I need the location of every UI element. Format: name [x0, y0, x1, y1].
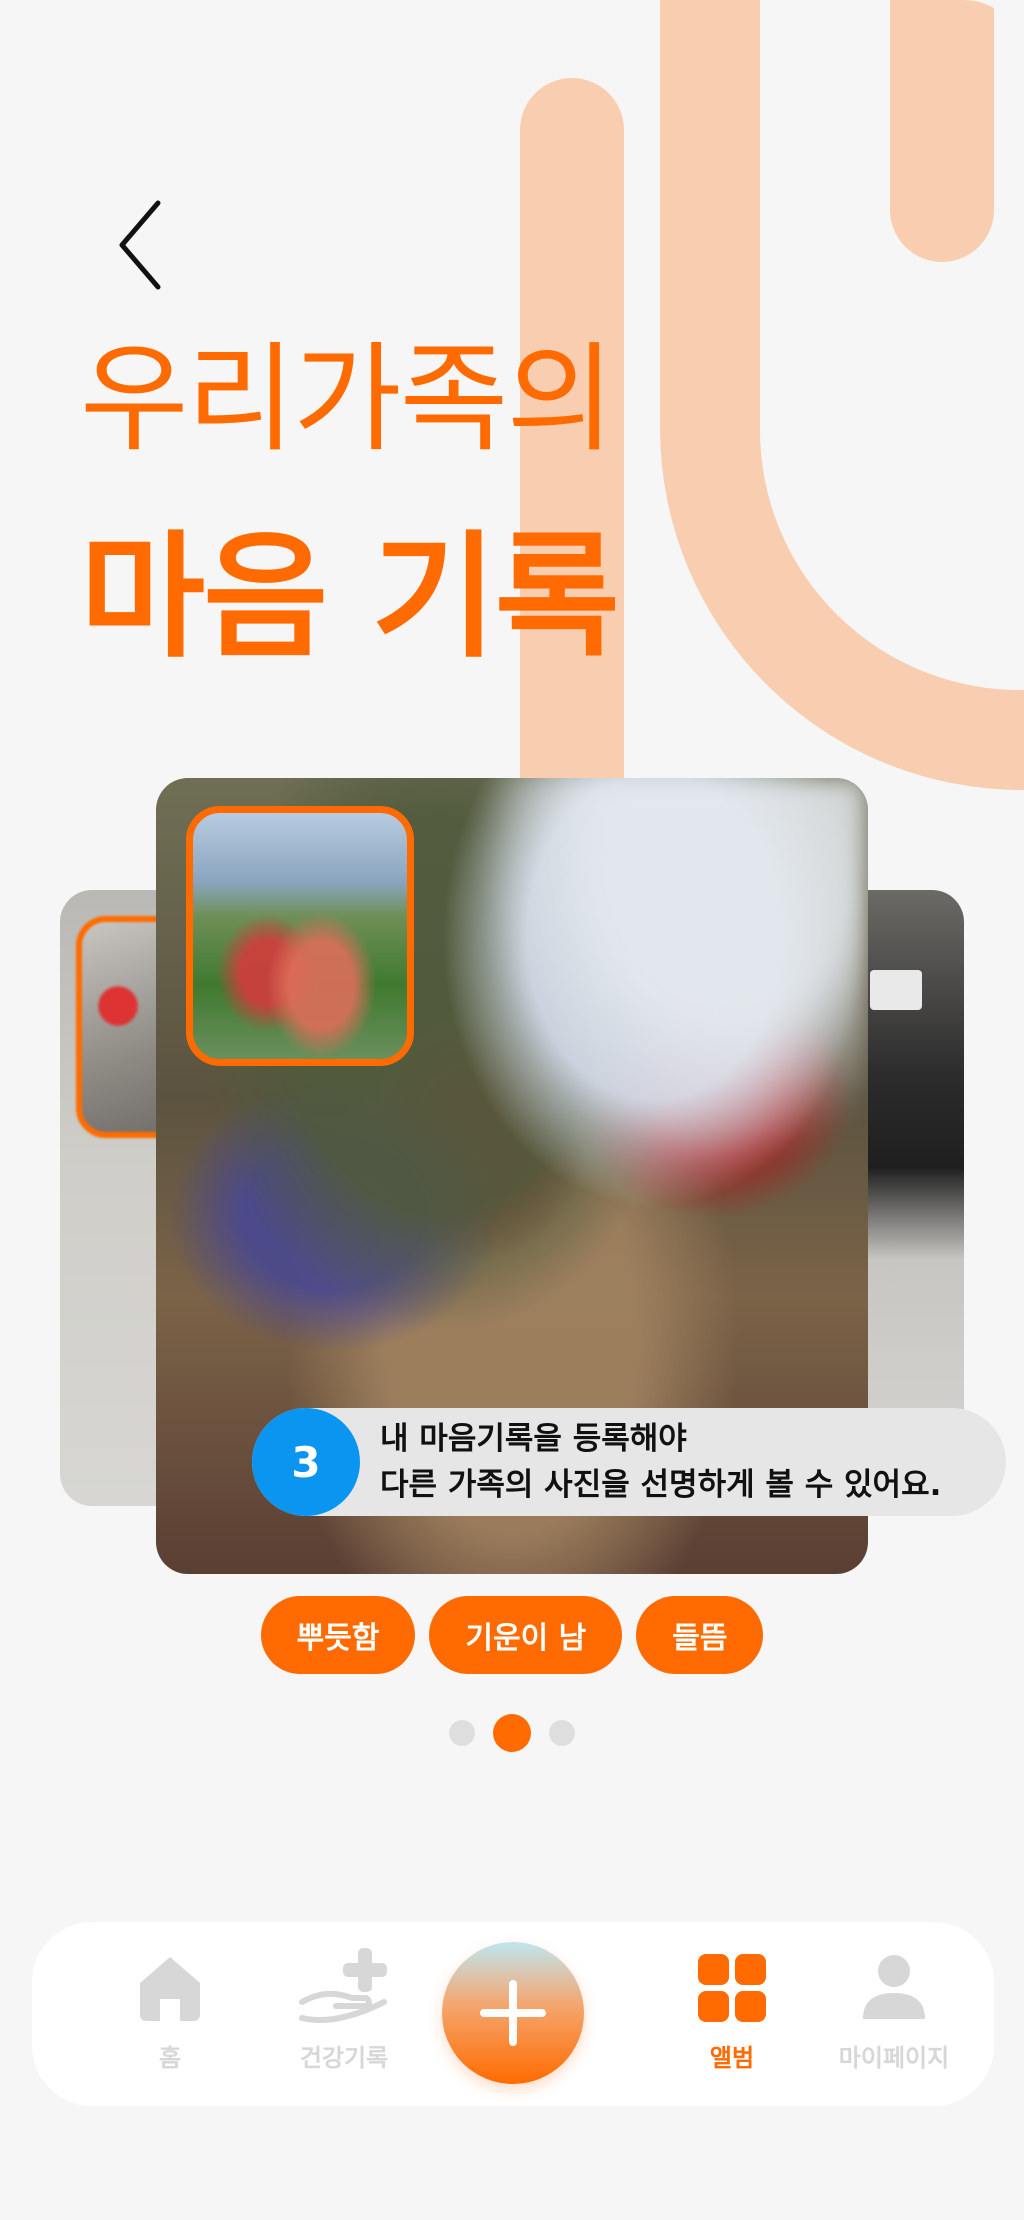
pagination-dot-active[interactable]: [493, 1714, 531, 1752]
emotion-tags: 뿌듯함 기운이 남 들뜸: [0, 1596, 1024, 1674]
nav-label-album: 앨범: [709, 2044, 755, 2072]
album-screen: 우리가족의 마음 기록 3 내 마음기록을 등록해야 다른 가족의 사진을 선명…: [0, 0, 1024, 2220]
back-button[interactable]: [100, 190, 180, 300]
guide-message-line1: 내 마음기록을 등록해야: [380, 1421, 687, 1457]
nav-item-home[interactable]: 홈: [90, 1946, 250, 2086]
add-record-button[interactable]: [442, 1942, 584, 2084]
nav-item-album[interactable]: 앨범: [652, 1946, 812, 2086]
chevron-left-icon: [119, 200, 161, 290]
health-record-icon: [294, 1946, 394, 2030]
emotion-tag[interactable]: 뿌듯함: [260, 1596, 416, 1674]
bottom-navigation: 홈 건강기록 앨범 마이페이지: [32, 1922, 994, 2106]
add-icon: [480, 1980, 546, 2046]
nav-item-health-record[interactable]: 건강기록: [264, 1946, 424, 2086]
album-grid-icon: [682, 1946, 782, 2030]
card-thumbnail: [186, 806, 414, 1066]
guide-message: 내 마음기록을 등록해야 다른 가족의 사진을 선명하게 볼 수 있어요.: [380, 1416, 941, 1508]
guide-message-line2: 다른 가족의 사진을 선명하게 볼 수 있어요.: [380, 1467, 942, 1503]
card-photo-detail: [870, 970, 922, 1010]
home-icon: [120, 1946, 220, 2030]
person-icon: [844, 1946, 944, 2030]
nav-label-health-record: 건강기록: [299, 2044, 389, 2072]
emotion-tag[interactable]: 기운이 남: [429, 1596, 623, 1674]
guide-tooltip: 3 내 마음기록을 등록해야 다른 가족의 사진을 선명하게 볼 수 있어요.: [252, 1408, 1006, 1516]
guide-step-badge: 3: [252, 1408, 360, 1516]
page-title-line2: 마음 기록: [80, 519, 620, 677]
nav-item-mypage[interactable]: 마이페이지: [814, 1946, 974, 2086]
carousel-pagination: [0, 1714, 1024, 1752]
nav-label-home: 홈: [158, 2044, 182, 2072]
nav-label-mypage: 마이페이지: [838, 2044, 950, 2072]
page-title-line1: 우리가족의: [80, 330, 615, 468]
pagination-dot[interactable]: [449, 1720, 475, 1746]
emotion-tag[interactable]: 들뜸: [636, 1596, 764, 1674]
pagination-dot[interactable]: [549, 1720, 575, 1746]
